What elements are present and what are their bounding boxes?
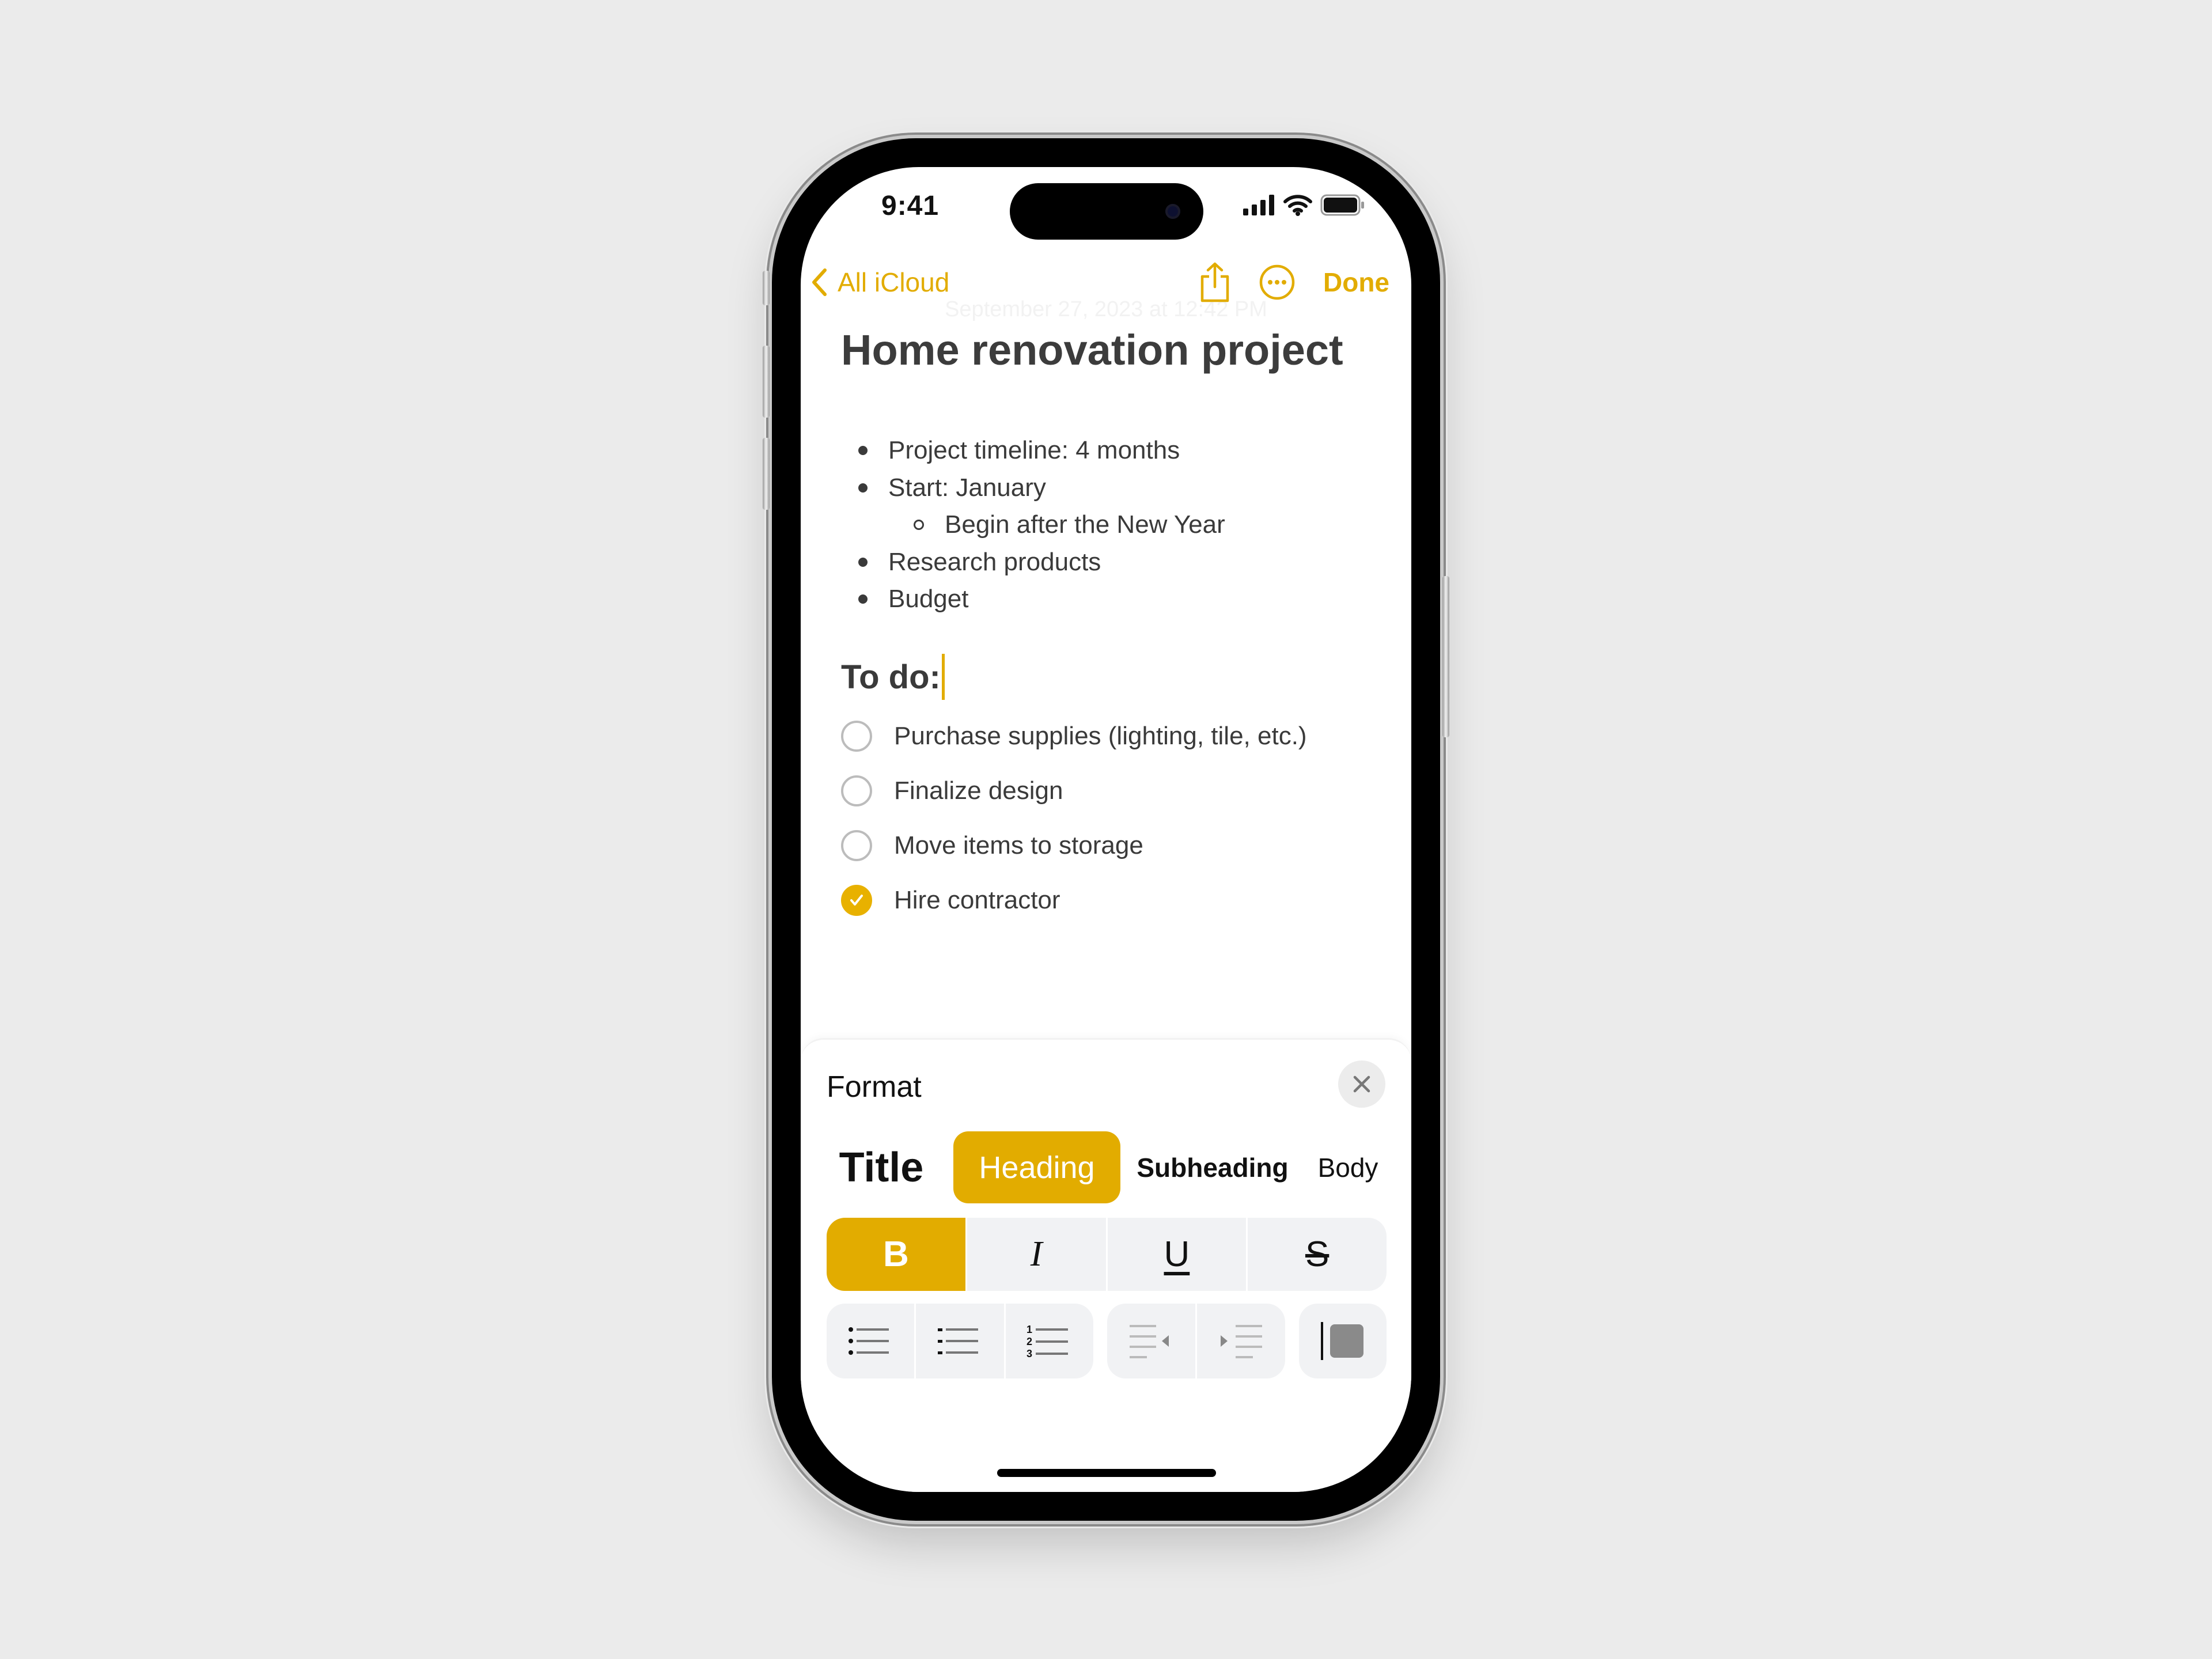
style-heading-button[interactable]: Heading [953, 1131, 1120, 1203]
navigation-bar: September 27, 2023 at 12:42 PM All iClou… [801, 259, 1411, 321]
indent-group [1107, 1304, 1285, 1378]
outdent-button[interactable] [1107, 1304, 1195, 1378]
share-icon[interactable] [1199, 262, 1231, 303]
checkbox-checked-icon[interactable] [841, 884, 872, 916]
bulleted-list-icon [849, 1327, 889, 1355]
block-quote-button[interactable] [1299, 1304, 1387, 1378]
outdent-icon [1129, 1325, 1169, 1358]
screen: 9:41 September 27, 2023 at 12:42 PM All … [801, 167, 1411, 1492]
bullet-icon [858, 483, 868, 493]
checklist-item-text[interactable]: Purchase supplies (lighting, tile, etc.) [894, 722, 1307, 751]
list-item-text: Research products [888, 547, 1101, 576]
checkbox-unchecked-icon[interactable] [841, 830, 872, 861]
close-button[interactable] [1338, 1060, 1385, 1108]
dashed-list-icon [938, 1328, 979, 1354]
checkbox-unchecked-icon[interactable] [841, 775, 872, 806]
checklist-item: Purchase supplies (lighting, tile, etc.) [841, 709, 1307, 763]
phone-frame: 9:41 September 27, 2023 at 12:42 PM All … [763, 138, 1449, 1521]
block-quote-icon [1321, 1322, 1363, 1360]
done-button[interactable]: Done [1323, 267, 1389, 298]
numbered-list-button[interactable]: 1 2 3 [1003, 1304, 1093, 1378]
numbered-list-icon: 1 2 3 [1027, 1324, 1068, 1359]
style-subheading-button[interactable]: Subheading [1129, 1131, 1296, 1203]
bold-button[interactable]: B [827, 1218, 965, 1291]
volume-up-button [763, 346, 770, 418]
checklist-item-text[interactable]: Finalize design [894, 777, 1063, 805]
volume-down-button [763, 438, 770, 510]
dynamic-island [1010, 183, 1203, 240]
note-title[interactable]: Home renovation project [841, 325, 1343, 374]
list-item-text: Begin after the New Year [945, 510, 1225, 539]
paragraph-style-picker: Title Heading Subheading Body [801, 1131, 1411, 1203]
style-body-button[interactable]: Body [1296, 1131, 1400, 1203]
list-item-text: Budget [888, 585, 969, 613]
nav-actions: Done [1199, 259, 1389, 305]
list-item[interactable]: Project timeline: 4 months [858, 432, 1225, 469]
list-item-text: Project timeline: 4 months [888, 436, 1180, 465]
todo-heading-text: To do: [841, 658, 941, 696]
strikethrough-button[interactable]: S [1246, 1218, 1387, 1291]
bullet-list: Project timeline: 4 months Start: Januar… [858, 432, 1225, 618]
underline-button[interactable]: U [1105, 1218, 1247, 1291]
list-item[interactable]: Budget [858, 581, 1225, 618]
block-quote-group [1299, 1304, 1387, 1378]
camera-icon [1165, 204, 1180, 219]
status-time: 9:41 [881, 191, 940, 221]
list-item-nested[interactable]: Begin after the New Year [914, 506, 1225, 544]
checklist-item-text[interactable]: Move items to storage [894, 831, 1143, 860]
italic-button[interactable]: I [965, 1218, 1106, 1291]
text-style-segment: B I U S [827, 1218, 1387, 1291]
format-sheet-title: Format [827, 1070, 922, 1104]
indent-button[interactable] [1195, 1304, 1285, 1378]
list-style-group: 1 2 3 [827, 1304, 1093, 1378]
list-item[interactable]: Start: January [858, 469, 1225, 507]
format-sheet: Format Title Heading Subheading Body B I… [801, 1038, 1411, 1492]
list-item-text: Start: January [888, 473, 1046, 502]
hollow-bullet-icon [914, 520, 924, 531]
todo-heading[interactable]: To do: [841, 654, 945, 700]
dashed-list-button[interactable] [914, 1304, 1003, 1378]
checklist-item-text[interactable]: Hire contractor [894, 886, 1060, 915]
side-button [1442, 576, 1449, 737]
bulleted-list-button[interactable] [827, 1304, 914, 1378]
list-item[interactable]: Research products [858, 544, 1225, 581]
bullet-icon [858, 594, 868, 604]
indent-icon [1220, 1325, 1262, 1358]
numbered-list-digit: 1 [1027, 1324, 1032, 1335]
close-icon [1353, 1075, 1370, 1093]
back-button[interactable]: All iCloud [811, 259, 949, 305]
status-icons [1243, 191, 1365, 219]
checklist-item: Move items to storage [841, 818, 1307, 873]
checkbox-unchecked-icon[interactable] [841, 720, 872, 752]
battery-icon [1320, 194, 1364, 216]
bullet-icon [858, 557, 868, 567]
action-button [763, 271, 770, 305]
cellular-signal-icon [1243, 195, 1274, 215]
checkmark-icon [850, 894, 863, 906]
text-cursor [941, 654, 945, 700]
ellipsis-circle-icon[interactable] [1259, 264, 1296, 301]
back-label: All iCloud [838, 267, 950, 297]
wifi-icon [1283, 195, 1312, 216]
style-title-button[interactable]: Title [832, 1131, 930, 1203]
bullet-icon [858, 446, 868, 456]
checklist: Purchase supplies (lighting, tile, etc.)… [841, 709, 1307, 927]
chevron-left-icon [812, 268, 827, 296]
home-indicator[interactable] [997, 1469, 1216, 1477]
numbered-list-digit: 3 [1027, 1348, 1032, 1359]
checklist-item: Finalize design [841, 763, 1307, 818]
numbered-list-digit: 2 [1027, 1336, 1032, 1347]
checklist-item: Hire contractor [841, 873, 1307, 927]
